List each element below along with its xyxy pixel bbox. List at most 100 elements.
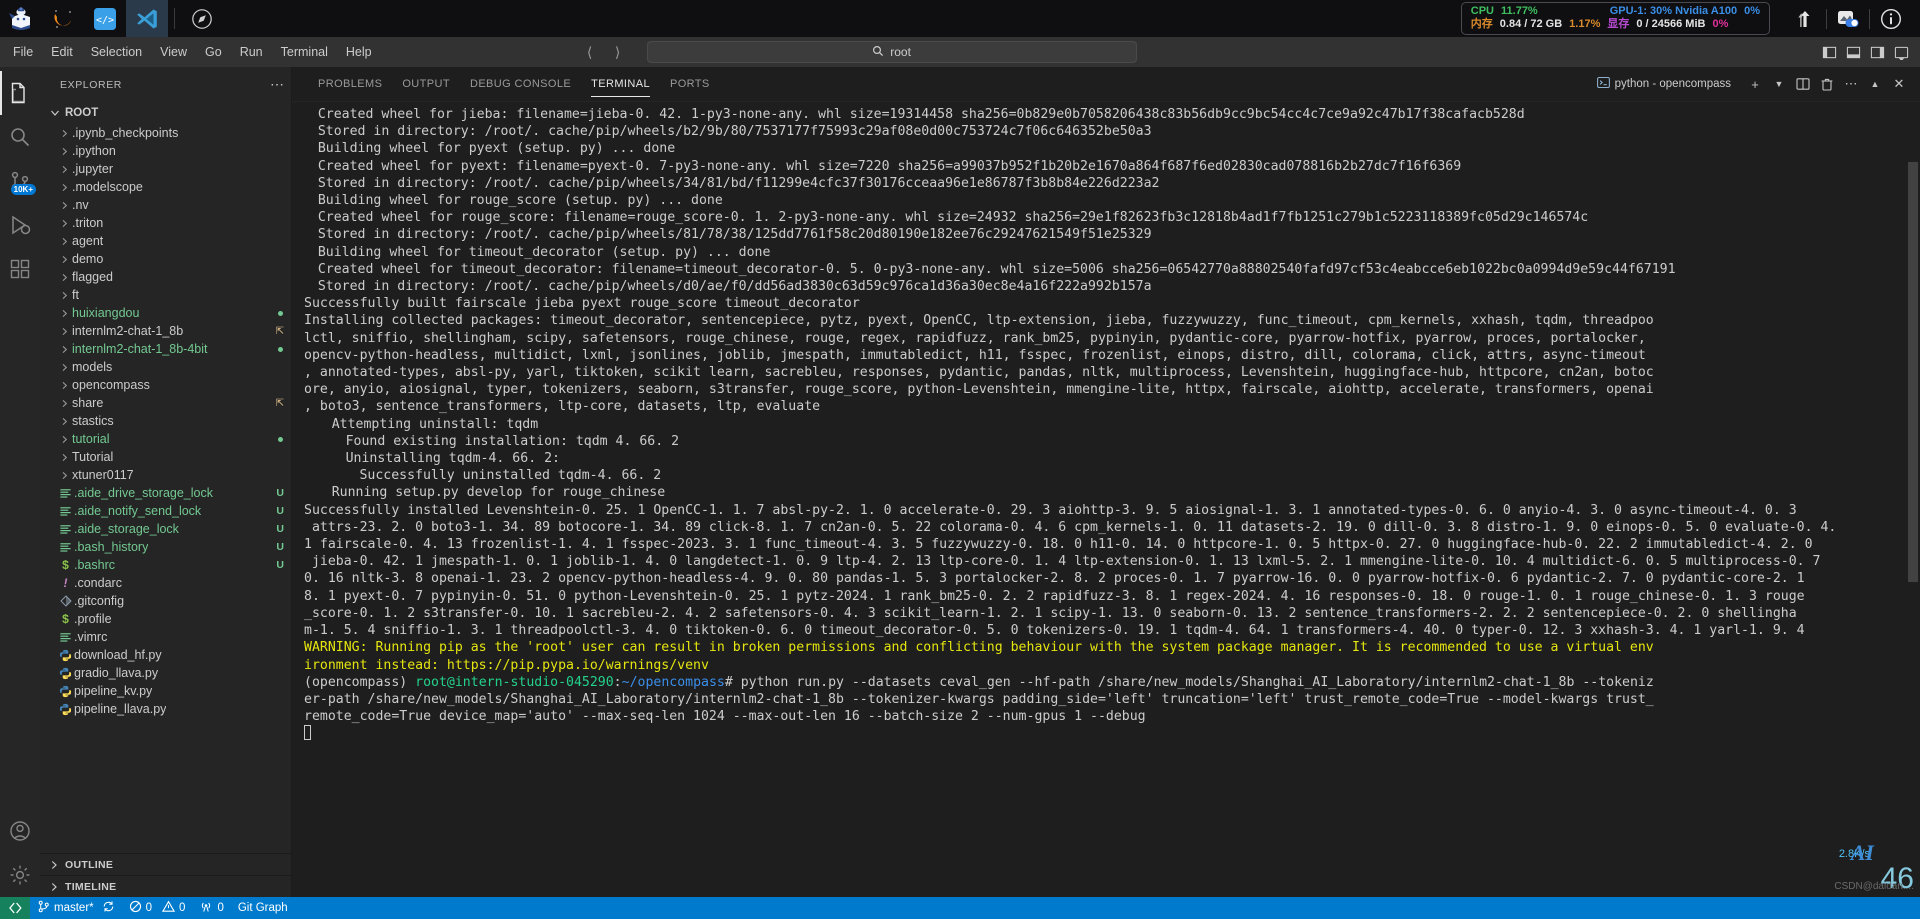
csdn-watermark: CSDN@daidan....: [1834, 880, 1914, 892]
tab-ports[interactable]: PORTS: [660, 67, 720, 102]
ellipsis-icon[interactable]: ⋯: [1840, 73, 1862, 95]
chevron-right-icon: [57, 291, 72, 300]
search-input[interactable]: root: [646, 41, 1137, 63]
prompt-colon: :: [613, 674, 622, 690]
tree-folder-row[interactable]: .jupyter: [40, 160, 291, 178]
sidebar-item-extensions[interactable]: [0, 247, 40, 291]
menu-help[interactable]: Help: [337, 42, 381, 62]
chevron-up-icon[interactable]: ▲: [1864, 73, 1886, 95]
chevron-down-icon[interactable]: ▼: [1768, 73, 1790, 95]
timeline-label: TIMELINE: [65, 880, 117, 893]
outline-section[interactable]: OUTLINE: [40, 853, 291, 875]
symlink-indicator-icon: ⇱: [275, 397, 284, 409]
status-git-graph[interactable]: Git Graph: [231, 897, 295, 919]
info-icon[interactable]: [1870, 0, 1912, 37]
tree-file-row[interactable]: pipeline_llava.py: [40, 700, 291, 718]
tree-file-row[interactable]: .gitconfig: [40, 592, 291, 610]
tree-file-row[interactable]: $ .bashrc U: [40, 556, 291, 574]
status-problems[interactable]: 0 0: [122, 897, 193, 919]
tree-folder-row[interactable]: huixiangdou: [40, 304, 291, 322]
tree-folder-row[interactable]: agent: [40, 232, 291, 250]
terminal-prompt-line[interactable]: (opencompass) root@intern-studio-045290:…: [304, 674, 1920, 691]
tab-output[interactable]: OUTPUT: [392, 67, 460, 102]
tab-debug-console[interactable]: DEBUG CONSOLE: [460, 67, 581, 102]
tree-folder-row[interactable]: flagged: [40, 268, 291, 286]
tree-folder-row[interactable]: demo: [40, 250, 291, 268]
tree-file-row[interactable]: .bash_history U: [40, 538, 291, 556]
stats-row-memory: 内存 0.84 / 72 GB 1.17% 显存 0 / 24566 MiB 0…: [1471, 18, 1760, 31]
tree-file-row[interactable]: ! .condarc: [40, 574, 291, 592]
status-branch[interactable]: master*: [30, 897, 122, 919]
menu-edit[interactable]: Edit: [42, 42, 82, 62]
explorer-root-row[interactable]: ROOT: [40, 102, 291, 124]
tree-folder-row[interactable]: ft: [40, 286, 291, 304]
tree-folder-row[interactable]: stastics: [40, 412, 291, 430]
menu-view[interactable]: View: [151, 42, 196, 62]
sync-icon[interactable]: [102, 900, 115, 916]
tree-folder-row[interactable]: .nv: [40, 196, 291, 214]
menu-run[interactable]: Run: [231, 42, 272, 62]
tree-folder-row[interactable]: .ipynb_checkpoints: [40, 124, 291, 142]
sidebar-item-source-control[interactable]: 10K+: [0, 159, 40, 203]
tree-folder-row[interactable]: .ipython: [40, 142, 291, 160]
tree-file-row[interactable]: pipeline_kv.py: [40, 682, 291, 700]
toggle-secondary-sidebar-icon[interactable]: [1866, 41, 1888, 63]
timeline-section[interactable]: TIMELINE: [40, 875, 291, 897]
tree-file-row[interactable]: $ .profile: [40, 610, 291, 628]
tree-folder-row[interactable]: models: [40, 358, 291, 376]
tree-folder-row[interactable]: internlm2-chat-1_8b-4bit: [40, 340, 291, 358]
chevron-left-icon[interactable]: ⟨: [577, 41, 603, 63]
tab-terminal[interactable]: TERMINAL: [581, 67, 660, 102]
chevron-right-icon: [57, 309, 72, 318]
vscode-app-icon[interactable]: [126, 0, 168, 37]
conda-app-icon[interactable]: [42, 0, 84, 37]
ellipsis-icon[interactable]: ⋯: [270, 76, 285, 93]
terminal-line: Stored in directory: /root/. cache/pip/w…: [317, 124, 1152, 140]
compass-icon[interactable]: [181, 0, 223, 37]
tree-file-row[interactable]: .aide_drive_storage_lock U: [40, 484, 291, 502]
menu-file[interactable]: File: [4, 42, 42, 62]
remote-explorer-icon[interactable]: [0, 897, 30, 919]
new-terminal-icon[interactable]: +: [1744, 73, 1766, 95]
network-upload-icon[interactable]: [1784, 0, 1826, 37]
tree-folder-row[interactable]: tutorial: [40, 430, 291, 448]
tree-file-row[interactable]: .aide_notify_send_lock U: [40, 502, 291, 520]
status-radio-tower[interactable]: 0: [192, 897, 230, 919]
account-icon[interactable]: [0, 809, 40, 853]
chevron-right-icon[interactable]: ⟩: [605, 41, 631, 63]
tree-item-label: .triton: [72, 216, 104, 230]
tree-folder-row[interactable]: internlm2-chat-1_8b ⇱: [40, 322, 291, 340]
tree-file-row[interactable]: gradio_llava.py: [40, 664, 291, 682]
menu-terminal[interactable]: Terminal: [272, 42, 337, 62]
remote-toggle-icon[interactable]: [1827, 0, 1869, 37]
sidebar-item-search[interactable]: [0, 115, 40, 159]
terminal-output[interactable]: 2.8K/s AI 46 CSDN@daidan.... Created whe…: [292, 102, 1920, 897]
close-panel-icon[interactable]: ✕: [1888, 73, 1910, 95]
tree-folder-row[interactable]: opencompass: [40, 376, 291, 394]
kill-terminal-icon[interactable]: [1816, 73, 1838, 95]
terminal-scrollbar[interactable]: [1908, 162, 1918, 582]
tree-item-label: flagged: [72, 270, 114, 284]
tree-folder-row[interactable]: .triton: [40, 214, 291, 232]
code-server-app-icon[interactable]: </>: [84, 0, 126, 37]
split-terminal-icon[interactable]: [1792, 73, 1814, 95]
tab-problems[interactable]: PROBLEMS: [308, 67, 392, 102]
huixiangdou-app-icon[interactable]: [0, 0, 42, 37]
toggle-panel-icon[interactable]: [1842, 41, 1864, 63]
sidebar-item-explorer[interactable]: [0, 71, 40, 115]
tree-folder-row[interactable]: share ⇱: [40, 394, 291, 412]
tree-file-row[interactable]: download_hf.py: [40, 646, 291, 664]
menu-selection[interactable]: Selection: [82, 42, 151, 62]
file-tree[interactable]: .ipynb_checkpoints .ipython .jupyter .model…: [40, 124, 291, 853]
customize-layout-icon[interactable]: [1890, 41, 1912, 63]
tree-folder-row[interactable]: xtuner0117: [40, 466, 291, 484]
tree-file-row[interactable]: .aide_storage_lock U: [40, 520, 291, 538]
menu-go[interactable]: Go: [196, 42, 231, 62]
tree-folder-row[interactable]: .modelscope: [40, 178, 291, 196]
tree-file-row[interactable]: .vimrc: [40, 628, 291, 646]
toggle-primary-sidebar-icon[interactable]: [1818, 41, 1840, 63]
terminal-instance-chip[interactable]: python - opencompass: [1590, 74, 1738, 94]
gear-icon[interactable]: [0, 853, 40, 897]
sidebar-item-run-and-debug[interactable]: [0, 203, 40, 247]
tree-folder-row[interactable]: Tutorial: [40, 448, 291, 466]
